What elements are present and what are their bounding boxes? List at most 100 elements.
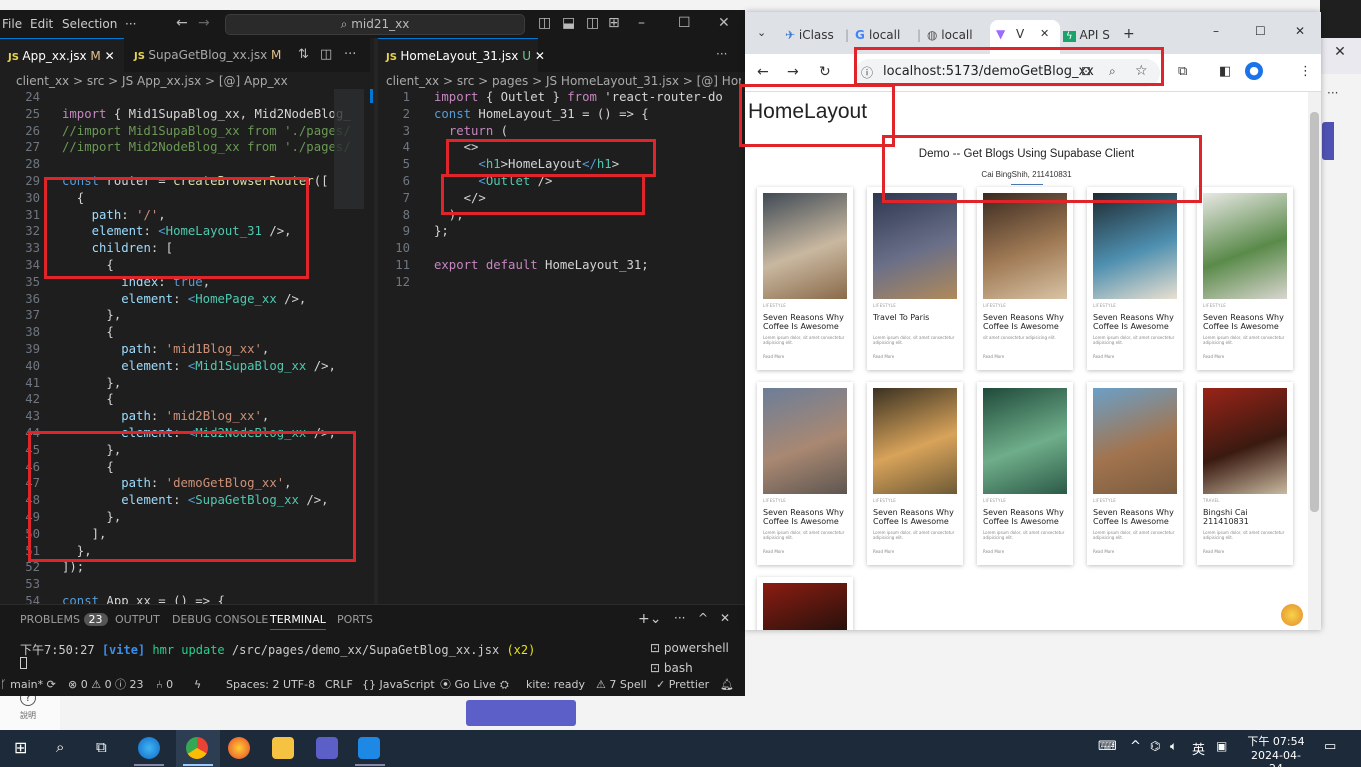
left-breadcrumb[interactable]: client_xx > src > JS App_xx.jsx > [@] Ap…	[16, 74, 288, 88]
blog-card[interactable]: LIFESTYLE Seven Reasons Why Coffee Is Awe…	[757, 382, 853, 565]
maximize-icon[interactable]: ☐	[678, 15, 691, 31]
blog-card[interactable]	[757, 577, 853, 630]
chrome-menu-icon[interactable]: ⋮	[1299, 64, 1312, 79]
chrome-tab-api[interactable]: ϟ API S	[1063, 20, 1123, 50]
blog-card[interactable]: LIFESTYLE Seven Reasons Why Coffee Is Awe…	[1087, 382, 1183, 565]
right-code-line[interactable]	[434, 240, 723, 257]
tab-terminal[interactable]: TERMINAL	[270, 613, 326, 630]
tab-app-xx[interactable]: JS App_xx.jsx M ✕	[0, 38, 124, 72]
blog-card-read-more[interactable]: Read More	[873, 354, 894, 359]
profile-avatar[interactable]: ●	[1245, 62, 1263, 80]
maximize-icon[interactable]: ☐	[1255, 24, 1266, 38]
blog-card-read-more[interactable]: Read More	[983, 549, 1004, 554]
minimize-icon[interactable]: –	[638, 15, 645, 31]
left-code-line[interactable]: },	[62, 375, 351, 392]
toggle-secondary-sidebar-icon[interactable]: ◫	[586, 15, 599, 31]
new-terminal-icon[interactable]: +⌄	[638, 611, 661, 627]
blog-card-read-more[interactable]: Read More	[1203, 354, 1224, 359]
reload-icon[interactable]: ↻	[819, 64, 831, 80]
command-center-search[interactable]: ⌕ mid21_xx	[225, 14, 525, 35]
back-icon[interactable]: ←	[757, 64, 769, 80]
extensions-icon[interactable]: ⧉	[1178, 64, 1187, 79]
left-code-line[interactable]: import { Mid1SupaBlog_xx, Mid2NodeBlog_	[62, 106, 351, 123]
blog-card-read-more[interactable]: Read More	[873, 549, 894, 554]
chrome-tab-iclass[interactable]: ✈ iClass	[785, 20, 843, 50]
vscode-taskbar-icon[interactable]	[358, 737, 380, 759]
panel-more-icon[interactable]: ···	[674, 611, 685, 625]
blog-card[interactable]: LIFESTYLE Seven Reasons Why Coffee Is Awe…	[757, 187, 853, 370]
tab-homelayout[interactable]: JS HomeLayout_31.jsx U ✕	[378, 38, 545, 72]
left-code-line[interactable]	[62, 156, 351, 173]
blog-card-read-more[interactable]: Read More	[763, 549, 784, 554]
right-code-line[interactable]: import { Outlet } from 'react-router-do	[434, 89, 723, 106]
left-code-line[interactable]: //import Mid1SupaBlog_xx from './pages/	[62, 123, 351, 140]
tab-debug-console[interactable]: DEBUG CONSOLE	[172, 613, 268, 626]
tab-close-icon[interactable]: ✕	[105, 49, 115, 63]
file-explorer-icon[interactable]	[272, 737, 294, 759]
blog-card-read-more[interactable]: Read More	[1093, 354, 1114, 359]
toggle-sidebar-icon[interactable]: ◫	[538, 15, 551, 31]
more-actions-icon[interactable]: ···	[344, 47, 356, 62]
left-code-line[interactable]: path: 'mid2Blog_xx',	[62, 408, 351, 425]
teams-icon[interactable]	[316, 737, 338, 759]
status-encoding[interactable]: UTF-8	[283, 674, 315, 696]
tab-supagetblog[interactable]: JS SupaGetBlog_xx.jsx M	[126, 38, 281, 72]
blog-card[interactable]: LIFESTYLE Seven Reasons Why Coffee Is Awe…	[977, 382, 1073, 565]
right-code-line[interactable]: return (	[434, 123, 723, 140]
blog-card[interactable]: LIFESTYLE Seven Reasons Why Coffee Is Awe…	[1197, 187, 1293, 370]
tray-chevron-icon[interactable]: ^	[1130, 739, 1141, 754]
left-code-line[interactable]: {	[62, 324, 351, 341]
right-breadcrumb[interactable]: client_xx > src > pages > JS HomeLayout_…	[386, 74, 741, 88]
chrome-icon[interactable]	[186, 737, 208, 759]
right-code-line[interactable]: };	[434, 223, 723, 240]
blog-card-read-more[interactable]: Read More	[1093, 549, 1114, 554]
minimize-icon[interactable]: –	[1213, 24, 1219, 38]
tab-output[interactable]: OUTPUT	[115, 613, 160, 626]
more-actions-icon[interactable]: ···	[716, 47, 727, 61]
scrollbar-thumb[interactable]	[1310, 112, 1319, 512]
left-code-line[interactable]: const App_xx = () => {	[62, 593, 351, 604]
left-code-line[interactable]: //import Mid2NodeBlog_xx from './pages/	[62, 139, 351, 156]
status-language[interactable]: {} JavaScript	[362, 674, 435, 696]
chrome-tab-localhost[interactable]: ◍ locall	[927, 20, 985, 50]
maximize-panel-icon[interactable]: ^	[698, 611, 708, 625]
forward-arrow-icon[interactable]: →	[198, 15, 210, 31]
tab-close-icon[interactable]: ✕	[1040, 27, 1049, 40]
firefox-icon[interactable]	[228, 737, 250, 759]
ime-mode-icon[interactable]: ▣	[1216, 739, 1227, 753]
left-code-line[interactable]: element: <Mid1SupaBlog_xx />,	[62, 358, 351, 375]
keyboard-icon[interactable]: ⌨	[1098, 739, 1117, 754]
split-editor-icon[interactable]: ◫	[320, 47, 332, 62]
tab-close-icon[interactable]: ✕	[535, 49, 545, 63]
sync-icon[interactable]: ⟳	[47, 678, 56, 691]
blog-card[interactable]: LIFESTYLE Travel To Paris Lorem ipsum dolo…	[867, 187, 963, 370]
network-icon[interactable]: ⌬	[1150, 739, 1160, 753]
tab-problems[interactable]: PROBLEMS 23	[20, 613, 108, 626]
tab-search-icon[interactable]: ⌄	[757, 26, 766, 39]
left-code-line[interactable]	[62, 576, 351, 593]
close-icon[interactable]: ✕	[1295, 24, 1305, 38]
menu-edit[interactable]: Edit	[30, 17, 53, 31]
blog-card-read-more[interactable]: Read More	[763, 354, 784, 359]
right-code-line[interactable]: export default HomeLayout_31;	[434, 257, 723, 274]
compare-icon[interactable]: ⇅	[298, 47, 309, 62]
status-prettier[interactable]: ✓ Prettier	[656, 674, 709, 696]
background-purple-button[interactable]	[466, 700, 576, 726]
bolt-icon[interactable]: ϟ	[194, 674, 201, 696]
new-tab-icon[interactable]: +	[1123, 26, 1135, 42]
clock-date[interactable]: 2024-04-24	[1246, 749, 1306, 767]
status-problems[interactable]: ⊗ 0 ⚠ 0 ⓘ 23	[68, 674, 144, 696]
menu-more[interactable]: ···	[125, 17, 136, 31]
toggle-panel-icon[interactable]: ⬓	[562, 15, 575, 31]
minimap[interactable]	[334, 89, 364, 209]
background-close-icon[interactable]: ✕	[1330, 44, 1350, 64]
menu-selection[interactable]: Selection	[62, 17, 117, 31]
background-more-icon[interactable]: ···	[1327, 86, 1338, 100]
chrome-tab-google[interactable]: G locall	[855, 20, 917, 50]
right-code-line[interactable]	[434, 274, 723, 291]
task-view-icon[interactable]: ⧉	[96, 738, 107, 756]
back-arrow-icon[interactable]: ←	[176, 15, 188, 31]
volume-icon[interactable]: 🔈︎	[1170, 739, 1177, 754]
extension-badge-icon[interactable]	[1281, 604, 1303, 626]
blog-card[interactable]: TRAVEL Bingshi Cai 211410831 Lorem ipsum d…	[1197, 382, 1293, 565]
